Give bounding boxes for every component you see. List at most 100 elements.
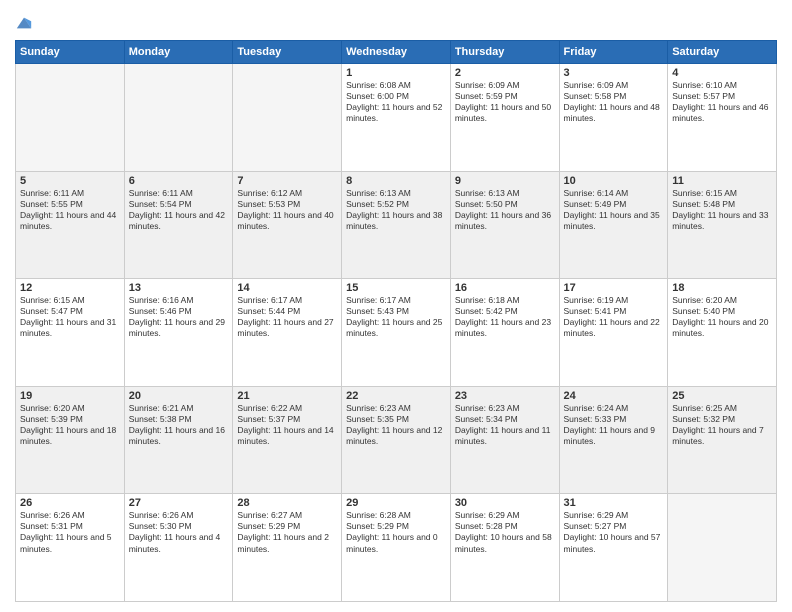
weekday-header-thursday: Thursday [450,41,559,64]
day-info: Sunrise: 6:08 AMSunset: 6:00 PMDaylight:… [346,80,446,124]
weekday-header-monday: Monday [124,41,233,64]
day-number: 8 [346,175,446,187]
day-info: Sunrise: 6:27 AMSunset: 5:29 PMDaylight:… [237,510,337,554]
calendar-cell: 31Sunrise: 6:29 AMSunset: 5:27 PMDayligh… [559,494,668,602]
weekday-header-saturday: Saturday [668,41,777,64]
day-info: Sunrise: 6:20 AMSunset: 5:40 PMDaylight:… [672,295,772,339]
calendar-cell: 29Sunrise: 6:28 AMSunset: 5:29 PMDayligh… [342,494,451,602]
calendar-cell [668,494,777,602]
day-info: Sunrise: 6:15 AMSunset: 5:48 PMDaylight:… [672,188,772,232]
day-number: 21 [237,390,337,402]
day-info: Sunrise: 6:23 AMSunset: 5:35 PMDaylight:… [346,403,446,447]
day-info: Sunrise: 6:10 AMSunset: 5:57 PMDaylight:… [672,80,772,124]
day-info: Sunrise: 6:12 AMSunset: 5:53 PMDaylight:… [237,188,337,232]
day-info: Sunrise: 6:11 AMSunset: 5:55 PMDaylight:… [20,188,120,232]
day-info: Sunrise: 6:28 AMSunset: 5:29 PMDaylight:… [346,510,446,554]
calendar-cell: 7Sunrise: 6:12 AMSunset: 5:53 PMDaylight… [233,171,342,279]
calendar-week-row: 19Sunrise: 6:20 AMSunset: 5:39 PMDayligh… [16,386,777,494]
day-info: Sunrise: 6:25 AMSunset: 5:32 PMDaylight:… [672,403,772,447]
day-number: 13 [129,282,229,294]
calendar-cell: 22Sunrise: 6:23 AMSunset: 5:35 PMDayligh… [342,386,451,494]
calendar-cell: 15Sunrise: 6:17 AMSunset: 5:43 PMDayligh… [342,279,451,387]
calendar-cell: 11Sunrise: 6:15 AMSunset: 5:48 PMDayligh… [668,171,777,279]
day-number: 18 [672,282,772,294]
calendar-cell [233,64,342,172]
day-info: Sunrise: 6:09 AMSunset: 5:58 PMDaylight:… [564,80,664,124]
calendar-cell [124,64,233,172]
day-number: 27 [129,497,229,509]
day-number: 6 [129,175,229,187]
calendar-cell: 25Sunrise: 6:25 AMSunset: 5:32 PMDayligh… [668,386,777,494]
day-info: Sunrise: 6:11 AMSunset: 5:54 PMDaylight:… [129,188,229,232]
day-number: 31 [564,497,664,509]
calendar-cell: 17Sunrise: 6:19 AMSunset: 5:41 PMDayligh… [559,279,668,387]
day-info: Sunrise: 6:17 AMSunset: 5:44 PMDaylight:… [237,295,337,339]
calendar-cell: 2Sunrise: 6:09 AMSunset: 5:59 PMDaylight… [450,64,559,172]
day-info: Sunrise: 6:19 AMSunset: 5:41 PMDaylight:… [564,295,664,339]
calendar-cell: 1Sunrise: 6:08 AMSunset: 6:00 PMDaylight… [342,64,451,172]
calendar-cell: 18Sunrise: 6:20 AMSunset: 5:40 PMDayligh… [668,279,777,387]
day-number: 2 [455,67,555,79]
calendar-cell: 8Sunrise: 6:13 AMSunset: 5:52 PMDaylight… [342,171,451,279]
day-info: Sunrise: 6:09 AMSunset: 5:59 PMDaylight:… [455,80,555,124]
calendar-table: SundayMondayTuesdayWednesdayThursdayFrid… [15,40,777,602]
calendar-week-row: 12Sunrise: 6:15 AMSunset: 5:47 PMDayligh… [16,279,777,387]
calendar-cell: 21Sunrise: 6:22 AMSunset: 5:37 PMDayligh… [233,386,342,494]
day-number: 15 [346,282,446,294]
weekday-header-wednesday: Wednesday [342,41,451,64]
day-info: Sunrise: 6:18 AMSunset: 5:42 PMDaylight:… [455,295,555,339]
day-info: Sunrise: 6:24 AMSunset: 5:33 PMDaylight:… [564,403,664,447]
day-number: 10 [564,175,664,187]
weekday-header-row: SundayMondayTuesdayWednesdayThursdayFrid… [16,41,777,64]
day-number: 14 [237,282,337,294]
calendar-week-row: 26Sunrise: 6:26 AMSunset: 5:31 PMDayligh… [16,494,777,602]
calendar-week-row: 1Sunrise: 6:08 AMSunset: 6:00 PMDaylight… [16,64,777,172]
day-number: 16 [455,282,555,294]
calendar-cell: 24Sunrise: 6:24 AMSunset: 5:33 PMDayligh… [559,386,668,494]
day-number: 22 [346,390,446,402]
weekday-header-tuesday: Tuesday [233,41,342,64]
day-info: Sunrise: 6:17 AMSunset: 5:43 PMDaylight:… [346,295,446,339]
calendar-cell: 12Sunrise: 6:15 AMSunset: 5:47 PMDayligh… [16,279,125,387]
day-number: 30 [455,497,555,509]
day-number: 19 [20,390,120,402]
calendar-cell: 14Sunrise: 6:17 AMSunset: 5:44 PMDayligh… [233,279,342,387]
calendar-cell [16,64,125,172]
day-number: 12 [20,282,120,294]
day-info: Sunrise: 6:21 AMSunset: 5:38 PMDaylight:… [129,403,229,447]
calendar-week-row: 5Sunrise: 6:11 AMSunset: 5:55 PMDaylight… [16,171,777,279]
calendar-cell: 23Sunrise: 6:23 AMSunset: 5:34 PMDayligh… [450,386,559,494]
header [15,10,777,32]
day-info: Sunrise: 6:13 AMSunset: 5:50 PMDaylight:… [455,188,555,232]
day-number: 17 [564,282,664,294]
calendar-cell: 3Sunrise: 6:09 AMSunset: 5:58 PMDaylight… [559,64,668,172]
calendar-cell: 10Sunrise: 6:14 AMSunset: 5:49 PMDayligh… [559,171,668,279]
day-info: Sunrise: 6:16 AMSunset: 5:46 PMDaylight:… [129,295,229,339]
day-number: 1 [346,67,446,79]
logo [15,14,36,32]
day-info: Sunrise: 6:29 AMSunset: 5:27 PMDaylight:… [564,510,664,554]
logo-icon [15,14,33,32]
day-number: 5 [20,175,120,187]
day-info: Sunrise: 6:22 AMSunset: 5:37 PMDaylight:… [237,403,337,447]
day-number: 28 [237,497,337,509]
day-number: 7 [237,175,337,187]
day-info: Sunrise: 6:14 AMSunset: 5:49 PMDaylight:… [564,188,664,232]
day-number: 29 [346,497,446,509]
day-number: 20 [129,390,229,402]
day-number: 25 [672,390,772,402]
day-info: Sunrise: 6:13 AMSunset: 5:52 PMDaylight:… [346,188,446,232]
day-number: 26 [20,497,120,509]
day-info: Sunrise: 6:26 AMSunset: 5:31 PMDaylight:… [20,510,120,554]
day-number: 4 [672,67,772,79]
calendar-cell: 19Sunrise: 6:20 AMSunset: 5:39 PMDayligh… [16,386,125,494]
day-number: 23 [455,390,555,402]
calendar-cell: 5Sunrise: 6:11 AMSunset: 5:55 PMDaylight… [16,171,125,279]
day-info: Sunrise: 6:29 AMSunset: 5:28 PMDaylight:… [455,510,555,554]
calendar-cell: 26Sunrise: 6:26 AMSunset: 5:31 PMDayligh… [16,494,125,602]
day-number: 24 [564,390,664,402]
calendar-cell: 27Sunrise: 6:26 AMSunset: 5:30 PMDayligh… [124,494,233,602]
day-info: Sunrise: 6:23 AMSunset: 5:34 PMDaylight:… [455,403,555,447]
day-info: Sunrise: 6:15 AMSunset: 5:47 PMDaylight:… [20,295,120,339]
day-number: 11 [672,175,772,187]
